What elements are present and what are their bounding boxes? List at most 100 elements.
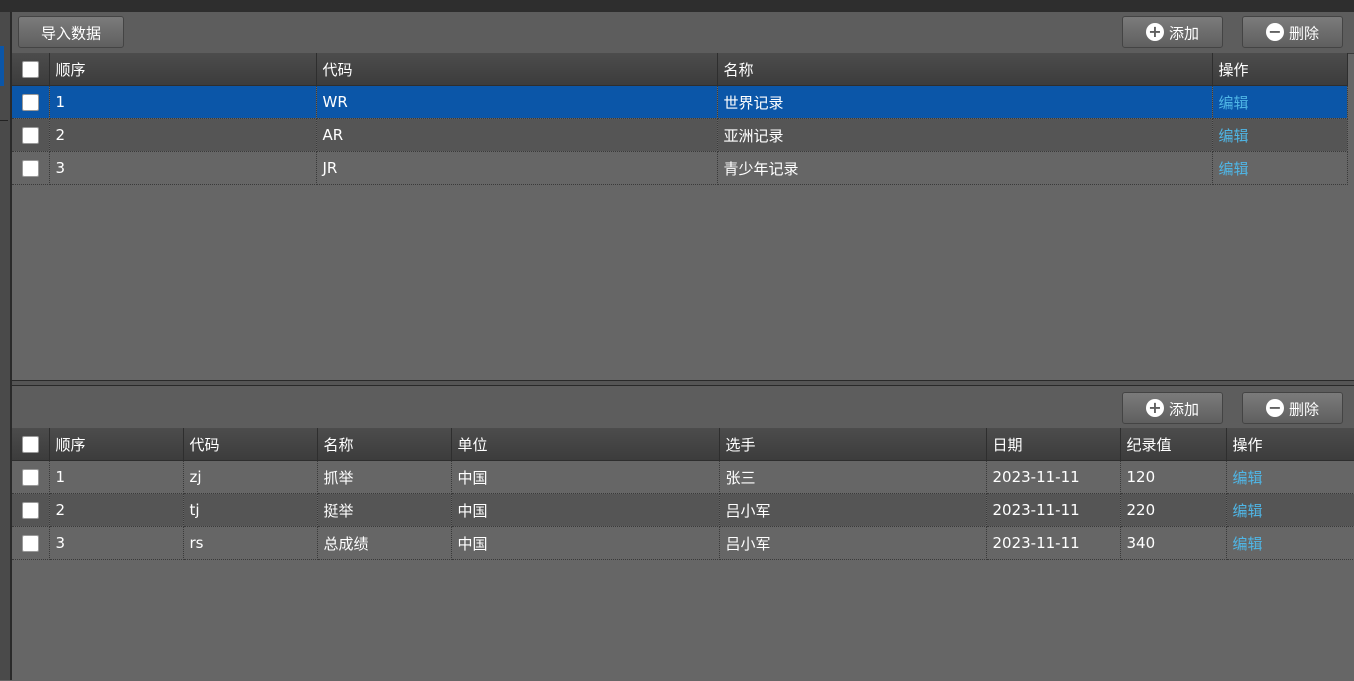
column-header-value[interactable]: 纪录值 [1120, 428, 1227, 461]
date-cell: 2023-11-11 [986, 460, 1121, 494]
table-header-row: 顺序 代码 名称 操作 [12, 53, 1348, 86]
action-cell: 编辑 [1212, 118, 1348, 152]
name-cell: 挺举 [317, 493, 452, 527]
add-record-label: 添加 [1168, 400, 1199, 419]
row-checkbox-cell [12, 493, 50, 527]
column-header-order[interactable]: 顺序 [49, 428, 184, 461]
record-types-panel: 导入数据 + 添加 − 删除 顺序 代码 名称 操作 1 WR 世界记录 编辑 … [12, 12, 1354, 380]
code-cell: zj [183, 460, 318, 494]
table-row[interactable]: 1 zj 抓举 中国 张三 2023-11-11 120 编辑 [12, 460, 1354, 494]
order-cell: 1 [49, 85, 317, 119]
value-cell: 220 [1120, 493, 1227, 527]
table-header-row: 顺序 代码 名称 单位 选手 日期 纪录值 操作 [12, 428, 1354, 461]
athlete-cell: 张三 [719, 460, 987, 494]
edit-link[interactable]: 编辑 [1233, 469, 1263, 487]
edit-link[interactable]: 编辑 [1233, 502, 1263, 520]
edit-link[interactable]: 编辑 [1219, 127, 1249, 145]
select-all-checkbox[interactable] [21, 61, 39, 78]
code-cell: AR [316, 118, 718, 152]
records-table: 顺序 代码 名称 单位 选手 日期 纪录值 操作 1 zj 抓举 中国 张三 2… [12, 428, 1354, 560]
row-checkbox-cell [12, 526, 50, 560]
code-cell: rs [183, 526, 318, 560]
column-header-code[interactable]: 代码 [316, 53, 718, 86]
order-cell: 2 [49, 493, 184, 527]
records-toolbar: + 添加 − 删除 [12, 386, 1354, 429]
table-row[interactable]: 1 WR 世界记录 编辑 [12, 85, 1348, 119]
plus-circle-icon: + [1145, 399, 1164, 417]
order-cell: 1 [49, 460, 184, 494]
order-cell: 2 [49, 118, 317, 152]
unit-cell: 中国 [451, 493, 720, 527]
add-label: 添加 [1168, 24, 1199, 43]
table-row[interactable]: 3 rs 总成绩 中国 吕小军 2023-11-11 340 编辑 [12, 526, 1354, 560]
name-cell: 世界记录 [717, 85, 1213, 119]
value-cell: 120 [1120, 460, 1227, 494]
value-cell: 340 [1120, 526, 1227, 560]
edit-link[interactable]: 编辑 [1219, 160, 1249, 178]
code-cell: tj [183, 493, 318, 527]
date-cell: 2023-11-11 [986, 493, 1121, 527]
add-record-button[interactable]: + 添加 [1122, 392, 1223, 424]
column-header-date[interactable]: 日期 [986, 428, 1121, 461]
name-cell: 抓举 [317, 460, 452, 494]
date-cell: 2023-11-11 [986, 526, 1121, 560]
delete-record-label: 删除 [1288, 400, 1319, 419]
row-checkbox[interactable] [21, 127, 39, 144]
row-checkbox-cell [12, 118, 50, 152]
action-cell: 编辑 [1226, 526, 1354, 560]
import-data-button[interactable]: 导入数据 [18, 16, 124, 48]
action-cell: 编辑 [1226, 460, 1354, 494]
code-cell: WR [316, 85, 718, 119]
edit-link[interactable]: 编辑 [1233, 535, 1263, 553]
plus-circle-icon: + [1145, 23, 1164, 41]
row-checkbox[interactable] [21, 469, 39, 486]
order-cell: 3 [49, 526, 184, 560]
column-header-action[interactable]: 操作 [1226, 428, 1354, 461]
athlete-cell: 吕小军 [719, 526, 987, 560]
delete-record-button[interactable]: − 删除 [1242, 392, 1343, 424]
delete-button[interactable]: − 删除 [1242, 16, 1343, 48]
unit-cell: 中国 [451, 526, 720, 560]
row-checkbox-cell [12, 151, 50, 185]
column-header-name[interactable]: 名称 [317, 428, 452, 461]
row-checkbox-cell [12, 460, 50, 494]
unit-cell: 中国 [451, 460, 720, 494]
action-cell: 编辑 [1212, 151, 1348, 185]
column-header-code[interactable]: 代码 [183, 428, 318, 461]
row-checkbox-cell [12, 85, 50, 119]
action-cell: 编辑 [1212, 85, 1348, 119]
minus-circle-icon: − [1265, 23, 1284, 41]
record-types-toolbar: 导入数据 + 添加 − 删除 [12, 12, 1354, 54]
select-all-checkbox[interactable] [21, 436, 39, 453]
column-header-name[interactable]: 名称 [717, 53, 1213, 86]
order-cell: 3 [49, 151, 317, 185]
delete-label: 删除 [1288, 24, 1319, 43]
record-types-table: 顺序 代码 名称 操作 1 WR 世界记录 编辑 2 AR 亚洲记录 编辑 3 … [12, 53, 1348, 185]
name-cell: 亚洲记录 [717, 118, 1213, 152]
row-checkbox[interactable] [21, 160, 39, 177]
sidebar-divider [0, 120, 8, 121]
column-header-order[interactable]: 顺序 [49, 53, 317, 86]
select-all-cell [12, 53, 50, 86]
column-header-unit[interactable]: 单位 [451, 428, 720, 461]
column-header-athlete[interactable]: 选手 [719, 428, 987, 461]
sidebar-selection-marker [0, 46, 4, 86]
records-panel: + 添加 − 删除 顺序 代码 名称 单位 选手 日期 纪录值 操作 1 zj … [12, 385, 1354, 681]
table-row[interactable]: 2 AR 亚洲记录 编辑 [12, 118, 1348, 152]
name-cell: 青少年记录 [717, 151, 1213, 185]
action-cell: 编辑 [1226, 493, 1354, 527]
add-button[interactable]: + 添加 [1122, 16, 1223, 48]
import-data-label: 导入数据 [40, 24, 101, 43]
column-header-action[interactable]: 操作 [1212, 53, 1348, 86]
select-all-cell [12, 428, 50, 461]
athlete-cell: 吕小军 [719, 493, 987, 527]
row-checkbox[interactable] [21, 94, 39, 111]
row-checkbox[interactable] [21, 535, 39, 552]
edit-link[interactable]: 编辑 [1219, 94, 1249, 112]
left-sidebar-strip [0, 12, 12, 680]
row-checkbox[interactable] [21, 502, 39, 519]
minus-circle-icon: − [1265, 399, 1284, 417]
name-cell: 总成绩 [317, 526, 452, 560]
table-row[interactable]: 3 JR 青少年记录 编辑 [12, 151, 1348, 185]
table-row[interactable]: 2 tj 挺举 中国 吕小军 2023-11-11 220 编辑 [12, 493, 1354, 527]
